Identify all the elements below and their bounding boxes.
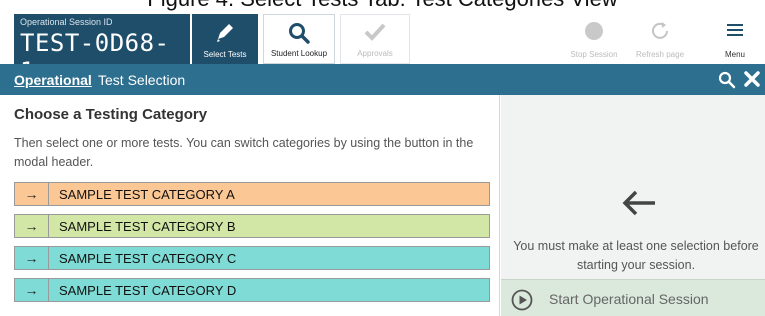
category-label: SAMPLE TEST CATEGORY A xyxy=(59,186,235,202)
arrow-right-icon: → xyxy=(15,183,49,205)
menu-button[interactable]: Menu xyxy=(712,14,758,64)
test-category-panel: Choose a Testing Category Then select on… xyxy=(0,95,500,316)
panel-heading: Choose a Testing Category xyxy=(14,106,208,123)
checkmark-icon xyxy=(364,23,386,41)
arrow-right-icon: → xyxy=(15,279,49,301)
start-session-label: Start Operational Session xyxy=(549,291,709,307)
selection-required-message: You must make at least one selection bef… xyxy=(513,239,759,272)
search-icon[interactable] xyxy=(718,71,736,89)
hamburger-menu-icon xyxy=(727,24,743,36)
category-b-button[interactable]: → SAMPLE TEST CATEGORY B xyxy=(14,214,490,238)
student-lookup-button[interactable]: Student Lookup xyxy=(263,14,335,64)
selection-summary-panel: You must make at least one selection bef… xyxy=(501,95,765,316)
arrow-right-icon: → xyxy=(15,247,49,269)
figure-caption: Figure 4. Select Tests Tab: Test Categor… xyxy=(0,0,765,14)
category-a-button[interactable]: → SAMPLE TEST CATEGORY A xyxy=(14,182,490,206)
mode-title: Operational xyxy=(14,72,92,88)
stop-session-label: Stop Session xyxy=(570,50,618,59)
start-session-button[interactable]: Start Operational Session xyxy=(501,279,765,316)
refresh-page-label: Refresh page xyxy=(635,50,685,59)
category-c-button[interactable]: → SAMPLE TEST CATEGORY C xyxy=(14,246,490,270)
approvals-label: Approvals xyxy=(357,49,393,58)
stop-session-button[interactable]: Stop Session xyxy=(565,14,623,64)
top-toolbar: Operational Session ID TEST-0D68-1 Selec… xyxy=(0,14,765,85)
pencil-icon xyxy=(217,24,233,42)
session-id-box: Operational Session ID TEST-0D68-1 xyxy=(14,14,190,85)
menu-label: Menu xyxy=(724,50,745,59)
category-label: SAMPLE TEST CATEGORY D xyxy=(59,282,237,298)
select-tests-button[interactable]: Select Tests xyxy=(192,14,258,64)
play-circle-icon xyxy=(511,289,533,311)
stop-circle-icon xyxy=(585,22,603,40)
search-icon xyxy=(289,23,310,44)
arrow-left-icon xyxy=(622,190,655,216)
refresh-page-button[interactable]: Refresh page xyxy=(629,14,691,64)
panel-instructions: Then select one or more tests. You can s… xyxy=(14,136,474,169)
student-lookup-label: Student Lookup xyxy=(270,49,328,58)
session-id-label: Operational Session ID xyxy=(20,17,113,27)
arrow-right-icon: → xyxy=(15,215,49,237)
refresh-icon xyxy=(652,22,668,39)
select-tests-label: Select Tests xyxy=(203,50,247,59)
page-title-bar: Operational Test Selection xyxy=(0,64,765,95)
category-label: SAMPLE TEST CATEGORY B xyxy=(59,218,236,234)
category-label: SAMPLE TEST CATEGORY C xyxy=(59,250,237,266)
section-title: Test Selection xyxy=(98,72,186,88)
approvals-button[interactable]: Approvals xyxy=(340,14,410,64)
close-icon[interactable] xyxy=(743,70,761,88)
category-d-button[interactable]: → SAMPLE TEST CATEGORY D xyxy=(14,278,490,302)
